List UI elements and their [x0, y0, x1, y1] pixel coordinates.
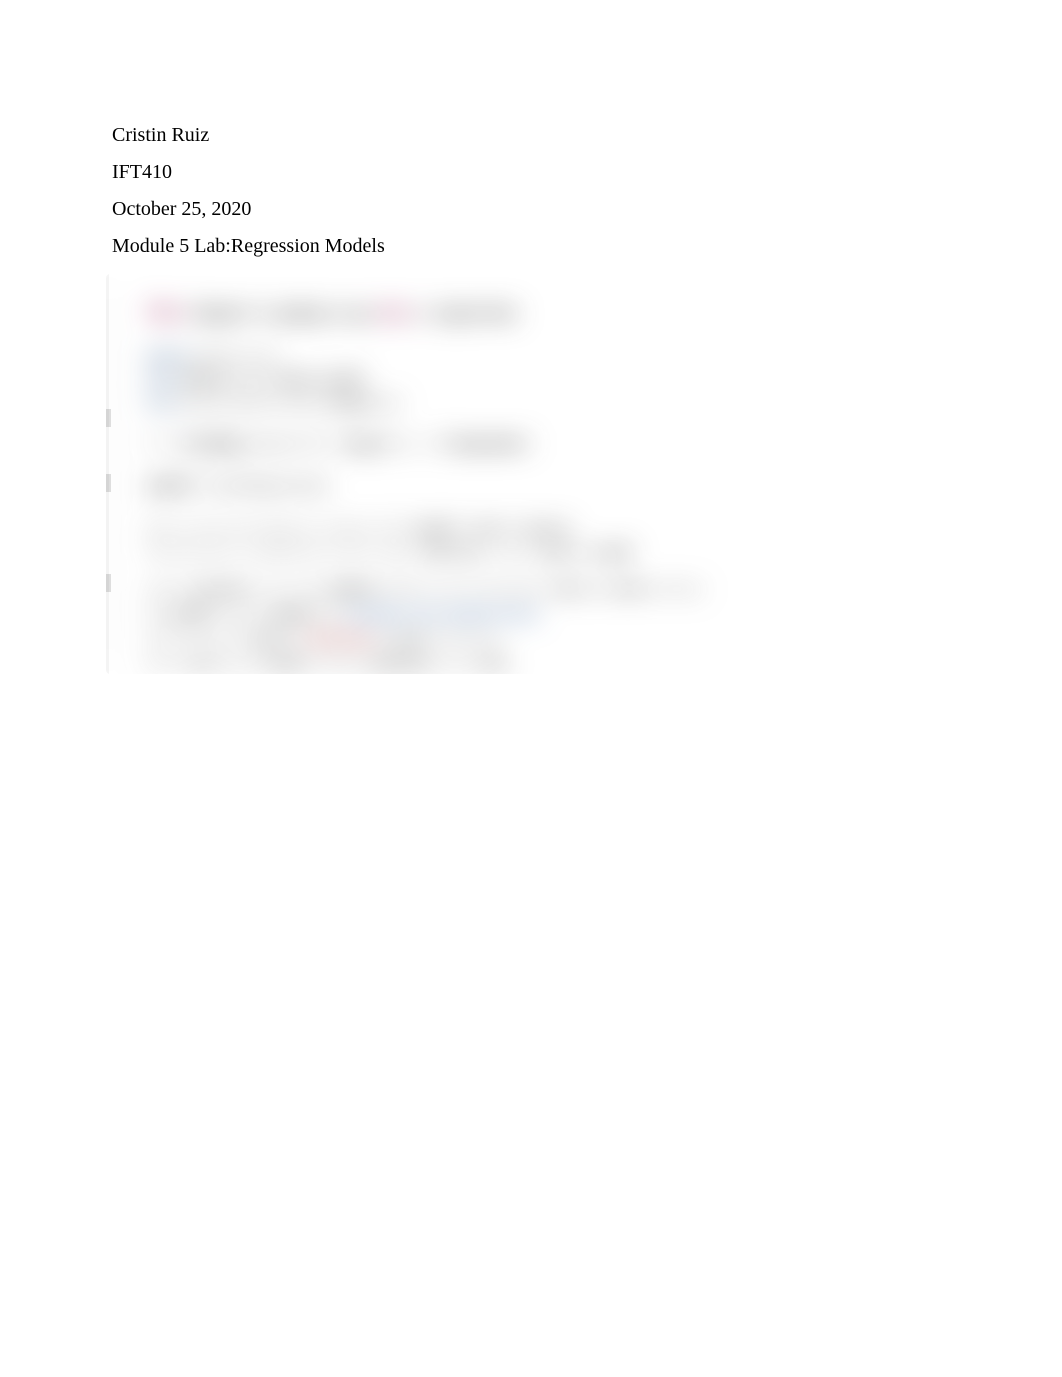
blur-text: and [581, 582, 610, 597]
blur-text: prediction [369, 656, 430, 671]
blur-text: start [473, 521, 501, 536]
blur-text: to the [218, 631, 255, 646]
blur-text: loading [191, 436, 239, 452]
blur-text: the [372, 631, 398, 646]
blur-text: model = [146, 477, 205, 494]
blur-text: target [343, 436, 381, 452]
blur-text: gression [198, 582, 247, 597]
blur-text: import [332, 395, 376, 411]
document-date: October 25, 2020 [112, 192, 950, 227]
blur-text: model [172, 607, 209, 622]
blurred-code-line: model = LinearRegression() [146, 474, 811, 499]
blur-text: minimizing [304, 631, 372, 646]
blur-text: '] [523, 436, 531, 452]
blur-text: The first step is to separate the X and … [146, 545, 422, 560]
blur-text: of the errors. [425, 631, 503, 646]
blur-text: is able to [209, 607, 271, 622]
blur-text: dependent [456, 436, 523, 452]
blur-text: X = df. [146, 436, 191, 452]
blurred-heading: This chapter is going to go into a regre… [146, 302, 811, 323]
blur-text: simplest [328, 582, 377, 597]
blur-text: into [379, 302, 411, 322]
blur-text: continuous and categorical data. [345, 607, 542, 622]
blur-text: well here [646, 582, 703, 597]
blur-text: This [146, 302, 182, 322]
blurred-code-line: X = df.loading(columns=['X1', 'target'])… [146, 433, 811, 456]
blur-text: to [453, 521, 473, 536]
blurred-paragraph: Linear regression is one of the simplest… [146, 578, 811, 674]
blur-text: model [416, 521, 453, 536]
blur-text: use the [218, 656, 267, 671]
student-name: Cristin Ruiz [112, 118, 950, 153]
blur-text: test [376, 395, 402, 411]
blur-text: process [527, 521, 571, 536]
blur-text: fits a [159, 631, 192, 646]
blur-text: The [146, 607, 172, 622]
blur-text: sklearn [182, 371, 230, 387]
blur-text: model [267, 656, 304, 671]
blur-text: is one of the [247, 582, 328, 597]
blur-text: a .fit() to [480, 545, 540, 560]
blur-text: the [570, 545, 596, 560]
blurred-code-block: import pandas as pd from sklearn import … [146, 345, 811, 415]
blur-text: chapter is going to go [182, 302, 379, 322]
blur-text: from [146, 371, 177, 387]
blur-text: now [193, 656, 218, 671]
blur-text: the [501, 521, 527, 536]
blur-text: by [281, 631, 304, 646]
blur-text: on new [430, 656, 481, 671]
blur-text: sklearn.model_selection [177, 395, 332, 411]
blur-text: (columns=['X1', ' [239, 436, 343, 452]
blur-text: It [146, 631, 159, 646]
blur-text: import [146, 348, 190, 364]
blur-text: linear_model [279, 371, 363, 387]
blur-text: line [192, 631, 218, 646]
blur-text: data [481, 656, 507, 671]
blur-text: models to use for this kind of [377, 582, 556, 597]
blur-text: ']) # y = df[' [381, 436, 456, 452]
blur-text: a regression [411, 302, 518, 322]
blur-text: make [323, 656, 353, 671]
blurred-content: This chapter is going to go into a regre… [106, 274, 851, 674]
blur-text: task [556, 582, 581, 597]
document-page: Cristin Ruiz IFT410 October 25, 2020 Mod… [0, 0, 1062, 674]
blur-text: both [311, 607, 345, 622]
blur-text: a [354, 656, 369, 671]
lab-title: Module 5 Lab:Regression Models [112, 229, 950, 264]
blur-text: We can [146, 656, 193, 671]
course-code: IFT410 [112, 155, 950, 190]
blur-text: to [303, 656, 323, 671]
blur-text: Linear re [146, 582, 198, 597]
blur-text: handle [270, 607, 310, 622]
blur-text: LinearRegression() [205, 477, 329, 494]
blur-text: import [230, 371, 280, 387]
blur-text: data [255, 631, 281, 646]
blur-text: works [610, 582, 647, 597]
blur-text: train [540, 545, 570, 560]
blurred-paragraph: Here we have the training set. Going to … [146, 517, 811, 565]
blur-text: Here we have the training set. Going to … [146, 521, 416, 536]
blurred-preview-region: This chapter is going to go into a regre… [106, 274, 851, 674]
blur-text: pandas as pd [190, 348, 273, 364]
blur-text: from [146, 395, 177, 411]
blur-text: . [571, 521, 575, 536]
blur-text: model [596, 545, 633, 560]
blur-text: Then run [422, 545, 479, 560]
blur-text: least [398, 631, 425, 646]
